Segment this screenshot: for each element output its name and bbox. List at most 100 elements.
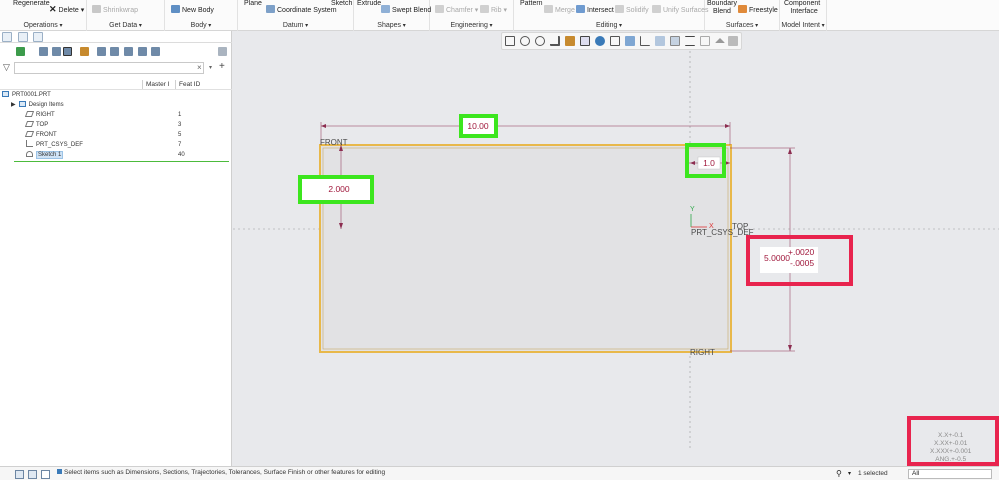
grid-display-icon[interactable] bbox=[685, 36, 695, 46]
chamfer-label: Chamfer bbox=[446, 7, 473, 14]
sketch-rectangle bbox=[319, 144, 732, 353]
dim-width-value[interactable]: 10.00 bbox=[467, 121, 489, 131]
tree-column-header: Master I Feat ID bbox=[0, 79, 232, 90]
dimension-display-icon[interactable] bbox=[655, 36, 665, 46]
repaint-icon[interactable] bbox=[550, 36, 560, 46]
delete-button[interactable]: ✕ Delete ▾ bbox=[49, 5, 84, 15]
label-csys[interactable]: PRT_CSYS_DEF bbox=[691, 228, 754, 237]
tree-item-root[interactable]: PRT0001.PRT bbox=[0, 90, 232, 100]
freestyle-icon bbox=[738, 5, 747, 13]
column-feat-id[interactable]: Feat ID bbox=[175, 80, 200, 89]
folder-browser-tab-icon[interactable] bbox=[18, 32, 28, 42]
swept-blend-button[interactable]: Swept Blend bbox=[381, 5, 431, 15]
group-editing-title[interactable]: Editing bbox=[514, 22, 704, 29]
sketch-canvas[interactable]: FRONT TOP PRT_CSYS_DEF RIGHT Y X 10.00 2… bbox=[233, 31, 999, 466]
show-icon[interactable] bbox=[110, 47, 119, 56]
solidify-button[interactable]: Solidify bbox=[615, 5, 649, 15]
refit-icon[interactable] bbox=[505, 36, 515, 46]
sketch-view-icon[interactable] bbox=[728, 36, 738, 46]
label-right[interactable]: RIGHT bbox=[690, 348, 715, 357]
find-icon[interactable]: ⚲ bbox=[836, 469, 842, 478]
display-style-icon[interactable] bbox=[565, 36, 575, 46]
graphics-window[interactable]: FRONT TOP PRT_CSYS_DEF RIGHT Y X 10.00 2… bbox=[233, 31, 999, 466]
tree-item-right[interactable]: RIGHT 1 bbox=[0, 110, 232, 120]
csys-display-icon[interactable] bbox=[640, 36, 650, 46]
dim-tol-plus[interactable]: +.0020 bbox=[788, 247, 815, 257]
vertex-display-icon[interactable] bbox=[700, 36, 710, 46]
model-tree-tab-icon[interactable] bbox=[2, 32, 12, 42]
view-manager-icon[interactable] bbox=[595, 36, 605, 46]
dim-small-value[interactable]: 1.0 bbox=[703, 158, 715, 168]
group-operations-title[interactable]: Operations bbox=[0, 22, 86, 29]
group-engineering-title[interactable]: Engineering bbox=[430, 22, 513, 29]
coordinate-system-button[interactable]: Coordinate System bbox=[266, 5, 337, 15]
column-master[interactable]: Master I bbox=[142, 80, 169, 89]
boundary-blend-button[interactable]: Boundary Blend bbox=[707, 0, 737, 16]
solidify-label: Solidify bbox=[626, 7, 649, 14]
group-body: New Body Body bbox=[165, 0, 238, 31]
constraint-display-icon[interactable] bbox=[670, 36, 680, 46]
add-filter-icon[interactable]: + bbox=[219, 61, 225, 72]
group-body-title[interactable]: Body bbox=[165, 22, 237, 29]
favorites-tab-icon[interactable] bbox=[33, 32, 43, 42]
filter-columns-icon[interactable] bbox=[97, 47, 106, 56]
toggle-navigator-icon[interactable] bbox=[15, 470, 24, 479]
group-model-intent-title[interactable]: Model Intent bbox=[780, 22, 826, 29]
merge-button[interactable]: Merge bbox=[544, 5, 575, 15]
tree-item-sketch[interactable]: Sketch 1 40 bbox=[0, 150, 232, 160]
layers-icon[interactable] bbox=[138, 47, 147, 56]
dim-main-value[interactable]: 5.0000 bbox=[764, 253, 790, 263]
zoom-in-icon[interactable] bbox=[520, 36, 530, 46]
tree-item-top[interactable]: TOP 3 bbox=[0, 120, 232, 130]
tree-item-id: 5 bbox=[178, 132, 182, 138]
dim-height-value[interactable]: 2.000 bbox=[328, 184, 350, 194]
insert-here-marker[interactable] bbox=[14, 161, 229, 162]
new-icon[interactable] bbox=[16, 47, 25, 56]
tolerance-row: X.XX+-0.01 bbox=[933, 440, 968, 447]
group-datum-title[interactable]: Datum bbox=[238, 22, 353, 29]
zoom-out-icon[interactable] bbox=[535, 36, 545, 46]
freestyle-button[interactable]: Freestyle bbox=[738, 5, 778, 15]
group-shapes-title[interactable]: Shapes bbox=[354, 22, 429, 29]
full-screen-icon[interactable] bbox=[41, 470, 50, 479]
search-dropdown-icon[interactable]: ▾ bbox=[209, 64, 212, 71]
tree-search-input[interactable] bbox=[14, 62, 204, 74]
toggle-browser-icon[interactable] bbox=[28, 470, 37, 479]
tree-item-csys[interactable]: PRT_CSYS_DEF 7 bbox=[0, 140, 232, 150]
plane-button[interactable]: Plane bbox=[244, 0, 262, 8]
tree-item-front[interactable]: FRONT 5 bbox=[0, 130, 232, 140]
dim-tol-minus[interactable]: -.0005 bbox=[790, 258, 814, 268]
saved-orientations-icon[interactable] bbox=[580, 36, 590, 46]
pin-panel-icon[interactable] bbox=[218, 47, 227, 56]
perspective-icon[interactable] bbox=[610, 36, 620, 46]
new-body-button[interactable]: New Body bbox=[171, 5, 214, 15]
regenerate-button[interactable]: Regenerate bbox=[13, 0, 50, 8]
settings-icon[interactable] bbox=[80, 47, 89, 56]
group-get-data-title[interactable]: Get Data bbox=[87, 22, 164, 29]
group-surfaces-title[interactable]: Surfaces bbox=[705, 22, 779, 29]
unify-surfaces-button[interactable]: Unify Surfaces bbox=[652, 5, 709, 15]
selection-count[interactable]: 1 selected bbox=[858, 470, 888, 477]
label-front[interactable]: FRONT bbox=[320, 138, 348, 147]
rib-button[interactable]: Rib ▾ bbox=[480, 5, 507, 15]
shrinkwrap-button[interactable]: Shrinkwrap bbox=[92, 5, 138, 15]
expand-arrow-icon[interactable]: ▶ bbox=[11, 102, 16, 108]
selection-filter[interactable]: All bbox=[908, 469, 992, 479]
columns-icon[interactable] bbox=[124, 47, 133, 56]
list-view-icon[interactable] bbox=[39, 47, 48, 56]
component-interface-button[interactable]: Component Interface bbox=[784, 0, 820, 16]
intersect-button[interactable]: Intersect bbox=[576, 5, 614, 15]
tree-settings-icon[interactable] bbox=[151, 47, 160, 56]
unify-surfaces-icon bbox=[652, 5, 661, 13]
tree-view-icon[interactable] bbox=[52, 47, 61, 56]
warning-icon[interactable] bbox=[715, 38, 725, 43]
extrude-button[interactable]: Extrude bbox=[357, 0, 381, 8]
selection-dropdown-icon[interactable]: ▾ bbox=[848, 470, 851, 477]
tree-item-design-items[interactable]: ▶ Design Items bbox=[0, 100, 232, 110]
datum-display-icon[interactable] bbox=[625, 36, 635, 46]
pattern-button[interactable]: Pattern bbox=[520, 0, 543, 8]
chamfer-button[interactable]: Chamfer ▾ bbox=[435, 5, 478, 15]
layer-view-icon[interactable] bbox=[63, 47, 72, 56]
clear-search-icon[interactable]: × bbox=[197, 63, 202, 72]
sketch-button[interactable]: Sketch bbox=[331, 0, 352, 8]
